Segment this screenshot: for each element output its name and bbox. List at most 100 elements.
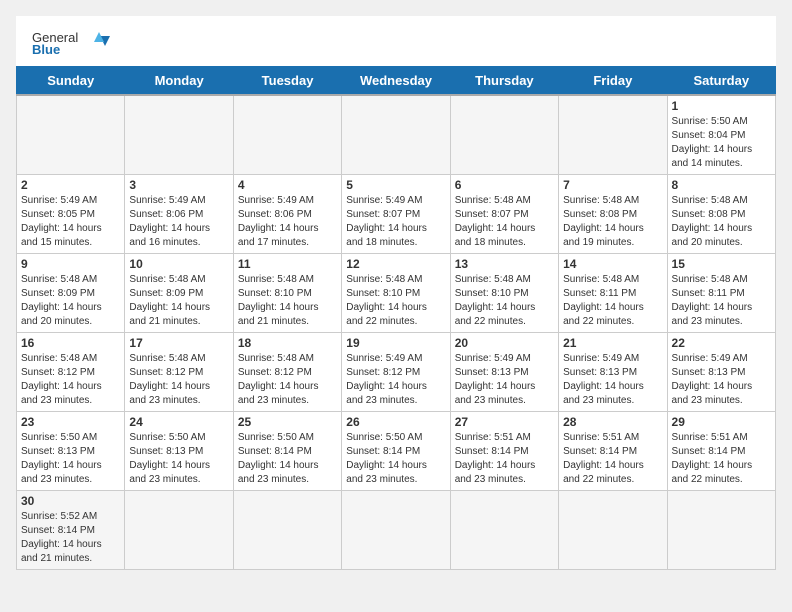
week-row-4: 16 Sunrise: 5:48 AM Sunset: 8:12 PM Dayli… xyxy=(17,333,776,412)
cell-info: Sunrise: 5:49 AM Sunset: 8:07 PM Dayligh… xyxy=(346,194,445,250)
date-number: 17 xyxy=(129,336,228,350)
day-header-monday: Monday xyxy=(125,67,233,96)
date-number: 20 xyxy=(455,336,554,350)
cell-info: Sunrise: 5:49 AM Sunset: 8:13 PM Dayligh… xyxy=(672,352,771,408)
date-number: 24 xyxy=(129,415,228,429)
cell-info: Sunrise: 5:49 AM Sunset: 8:13 PM Dayligh… xyxy=(455,352,554,408)
empty-cell xyxy=(233,491,341,570)
svg-text:Blue: Blue xyxy=(32,42,60,57)
day-cell-27: 27Sunrise: 5:51 AM Sunset: 8:14 PM Dayli… xyxy=(450,412,558,491)
day-cell-3: 3Sunrise: 5:49 AM Sunset: 8:06 PM Daylig… xyxy=(125,175,233,254)
cell-info: Sunrise: 5:48 AM Sunset: 8:12 PM Dayligh… xyxy=(129,352,228,408)
date-number: 15 xyxy=(672,257,771,271)
date-number: 19 xyxy=(346,336,445,350)
cell-info: Sunrise: 5:51 AM Sunset: 8:14 PM Dayligh… xyxy=(672,431,771,487)
day-cell-5: 5 Sunrise: 5:49 AM Sunset: 8:07 PM Daylig… xyxy=(342,175,450,254)
week-row-1: 1 Sunrise: 5:50 AM Sunset: 8:04 PM Daylig… xyxy=(17,95,776,175)
cell-info: Sunrise: 5:49 AM Sunset: 8:06 PM Dayligh… xyxy=(238,194,337,250)
logo-icon: General Blue xyxy=(32,28,112,58)
day-cell-11: 11 Sunrise: 5:48 AM Sunset: 8:10 PM Dayli… xyxy=(233,254,341,333)
date-number: 4 xyxy=(238,178,337,192)
day-cell-7: 7Sunrise: 5:48 AM Sunset: 8:08 PM Daylig… xyxy=(559,175,667,254)
day-cell-29: 29 Sunrise: 5:51 AM Sunset: 8:14 PM Dayli… xyxy=(667,412,775,491)
day-cell-25: 25Sunrise: 5:50 AM Sunset: 8:14 PM Dayli… xyxy=(233,412,341,491)
cell-info: Sunrise: 5:49 AM Sunset: 8:05 PM Dayligh… xyxy=(21,194,120,250)
day-header-tuesday: Tuesday xyxy=(233,67,341,96)
cell-info: Sunrise: 5:48 AM Sunset: 8:08 PM Dayligh… xyxy=(672,194,771,250)
logo: General Blue xyxy=(32,28,112,58)
cell-info: Sunrise: 5:50 AM Sunset: 8:04 PM Dayligh… xyxy=(672,115,771,171)
cell-info: Sunrise: 5:51 AM Sunset: 8:14 PM Dayligh… xyxy=(563,431,662,487)
day-cell-23: 23Sunrise: 5:50 AM Sunset: 8:13 PM Dayli… xyxy=(17,412,125,491)
day-header-sunday: Sunday xyxy=(17,67,125,96)
day-cell-1: 1 Sunrise: 5:50 AM Sunset: 8:04 PM Daylig… xyxy=(667,95,775,175)
day-cell-19: 19 Sunrise: 5:49 AM Sunset: 8:12 PM Dayli… xyxy=(342,333,450,412)
date-number: 30 xyxy=(21,494,120,508)
empty-cell xyxy=(667,491,775,570)
cell-info: Sunrise: 5:49 AM Sunset: 8:12 PM Dayligh… xyxy=(346,352,445,408)
empty-cell xyxy=(450,95,558,175)
cell-info: Sunrise: 5:48 AM Sunset: 8:09 PM Dayligh… xyxy=(21,273,120,329)
empty-cell xyxy=(125,491,233,570)
calendar-table: SundayMondayTuesdayWednesdayThursdayFrid… xyxy=(16,66,776,570)
day-cell-18: 18Sunrise: 5:48 AM Sunset: 8:12 PM Dayli… xyxy=(233,333,341,412)
date-number: 5 xyxy=(346,178,445,192)
day-cell-24: 24Sunrise: 5:50 AM Sunset: 8:13 PM Dayli… xyxy=(125,412,233,491)
cell-info: Sunrise: 5:48 AM Sunset: 8:09 PM Dayligh… xyxy=(129,273,228,329)
cell-info: Sunrise: 5:50 AM Sunset: 8:14 PM Dayligh… xyxy=(238,431,337,487)
date-number: 8 xyxy=(672,178,771,192)
day-header-thursday: Thursday xyxy=(450,67,558,96)
cell-info: Sunrise: 5:48 AM Sunset: 8:07 PM Dayligh… xyxy=(455,194,554,250)
day-cell-12: 12 Sunrise: 5:48 AM Sunset: 8:10 PM Dayli… xyxy=(342,254,450,333)
day-cell-15: 15 Sunrise: 5:48 AM Sunset: 8:11 PM Dayli… xyxy=(667,254,775,333)
day-cell-26: 26 Sunrise: 5:50 AM Sunset: 8:14 PM Dayli… xyxy=(342,412,450,491)
header: General Blue xyxy=(16,16,776,66)
date-number: 28 xyxy=(563,415,662,429)
day-cell-17: 17 Sunrise: 5:48 AM Sunset: 8:12 PM Dayli… xyxy=(125,333,233,412)
week-row-2: 2 Sunrise: 5:49 AM Sunset: 8:05 PM Daylig… xyxy=(17,175,776,254)
day-headers-row: SundayMondayTuesdayWednesdayThursdayFrid… xyxy=(17,67,776,96)
week-row-5: 23Sunrise: 5:50 AM Sunset: 8:13 PM Dayli… xyxy=(17,412,776,491)
day-header-wednesday: Wednesday xyxy=(342,67,450,96)
date-number: 12 xyxy=(346,257,445,271)
cell-info: Sunrise: 5:48 AM Sunset: 8:10 PM Dayligh… xyxy=(455,273,554,329)
day-header-friday: Friday xyxy=(559,67,667,96)
date-number: 16 xyxy=(21,336,120,350)
day-cell-9: 9 Sunrise: 5:48 AM Sunset: 8:09 PM Daylig… xyxy=(17,254,125,333)
cell-info: Sunrise: 5:48 AM Sunset: 8:10 PM Dayligh… xyxy=(346,273,445,329)
date-number: 18 xyxy=(238,336,337,350)
day-cell-10: 10 Sunrise: 5:48 AM Sunset: 8:09 PM Dayli… xyxy=(125,254,233,333)
day-cell-4: 4 Sunrise: 5:49 AM Sunset: 8:06 PM Daylig… xyxy=(233,175,341,254)
empty-cell xyxy=(450,491,558,570)
date-number: 26 xyxy=(346,415,445,429)
cell-info: Sunrise: 5:49 AM Sunset: 8:13 PM Dayligh… xyxy=(563,352,662,408)
date-number: 10 xyxy=(129,257,228,271)
date-number: 6 xyxy=(455,178,554,192)
date-number: 14 xyxy=(563,257,662,271)
date-number: 11 xyxy=(238,257,337,271)
cell-info: Sunrise: 5:50 AM Sunset: 8:14 PM Dayligh… xyxy=(346,431,445,487)
day-cell-21: 21 Sunrise: 5:49 AM Sunset: 8:13 PM Dayli… xyxy=(559,333,667,412)
date-number: 29 xyxy=(672,415,771,429)
day-cell-2: 2 Sunrise: 5:49 AM Sunset: 8:05 PM Daylig… xyxy=(17,175,125,254)
day-header-saturday: Saturday xyxy=(667,67,775,96)
day-cell-6: 6 Sunrise: 5:48 AM Sunset: 8:07 PM Daylig… xyxy=(450,175,558,254)
calendar-container: General Blue SundayMondayTuesdayWednesda… xyxy=(16,16,776,570)
day-cell-8: 8 Sunrise: 5:48 AM Sunset: 8:08 PM Daylig… xyxy=(667,175,775,254)
week-row-3: 9 Sunrise: 5:48 AM Sunset: 8:09 PM Daylig… xyxy=(17,254,776,333)
empty-cell xyxy=(559,491,667,570)
date-number: 2 xyxy=(21,178,120,192)
cell-info: Sunrise: 5:52 AM Sunset: 8:14 PM Dayligh… xyxy=(21,510,120,566)
empty-cell xyxy=(125,95,233,175)
date-number: 21 xyxy=(563,336,662,350)
day-cell-30: 30 Sunrise: 5:52 AM Sunset: 8:14 PM Dayli… xyxy=(17,491,125,570)
cell-info: Sunrise: 5:48 AM Sunset: 8:11 PM Dayligh… xyxy=(672,273,771,329)
empty-cell xyxy=(559,95,667,175)
date-number: 1 xyxy=(672,99,771,113)
day-cell-28: 28 Sunrise: 5:51 AM Sunset: 8:14 PM Dayli… xyxy=(559,412,667,491)
empty-cell xyxy=(17,95,125,175)
week-row-6: 30 Sunrise: 5:52 AM Sunset: 8:14 PM Dayli… xyxy=(17,491,776,570)
empty-cell xyxy=(342,95,450,175)
cell-info: Sunrise: 5:48 AM Sunset: 8:10 PM Dayligh… xyxy=(238,273,337,329)
date-number: 9 xyxy=(21,257,120,271)
